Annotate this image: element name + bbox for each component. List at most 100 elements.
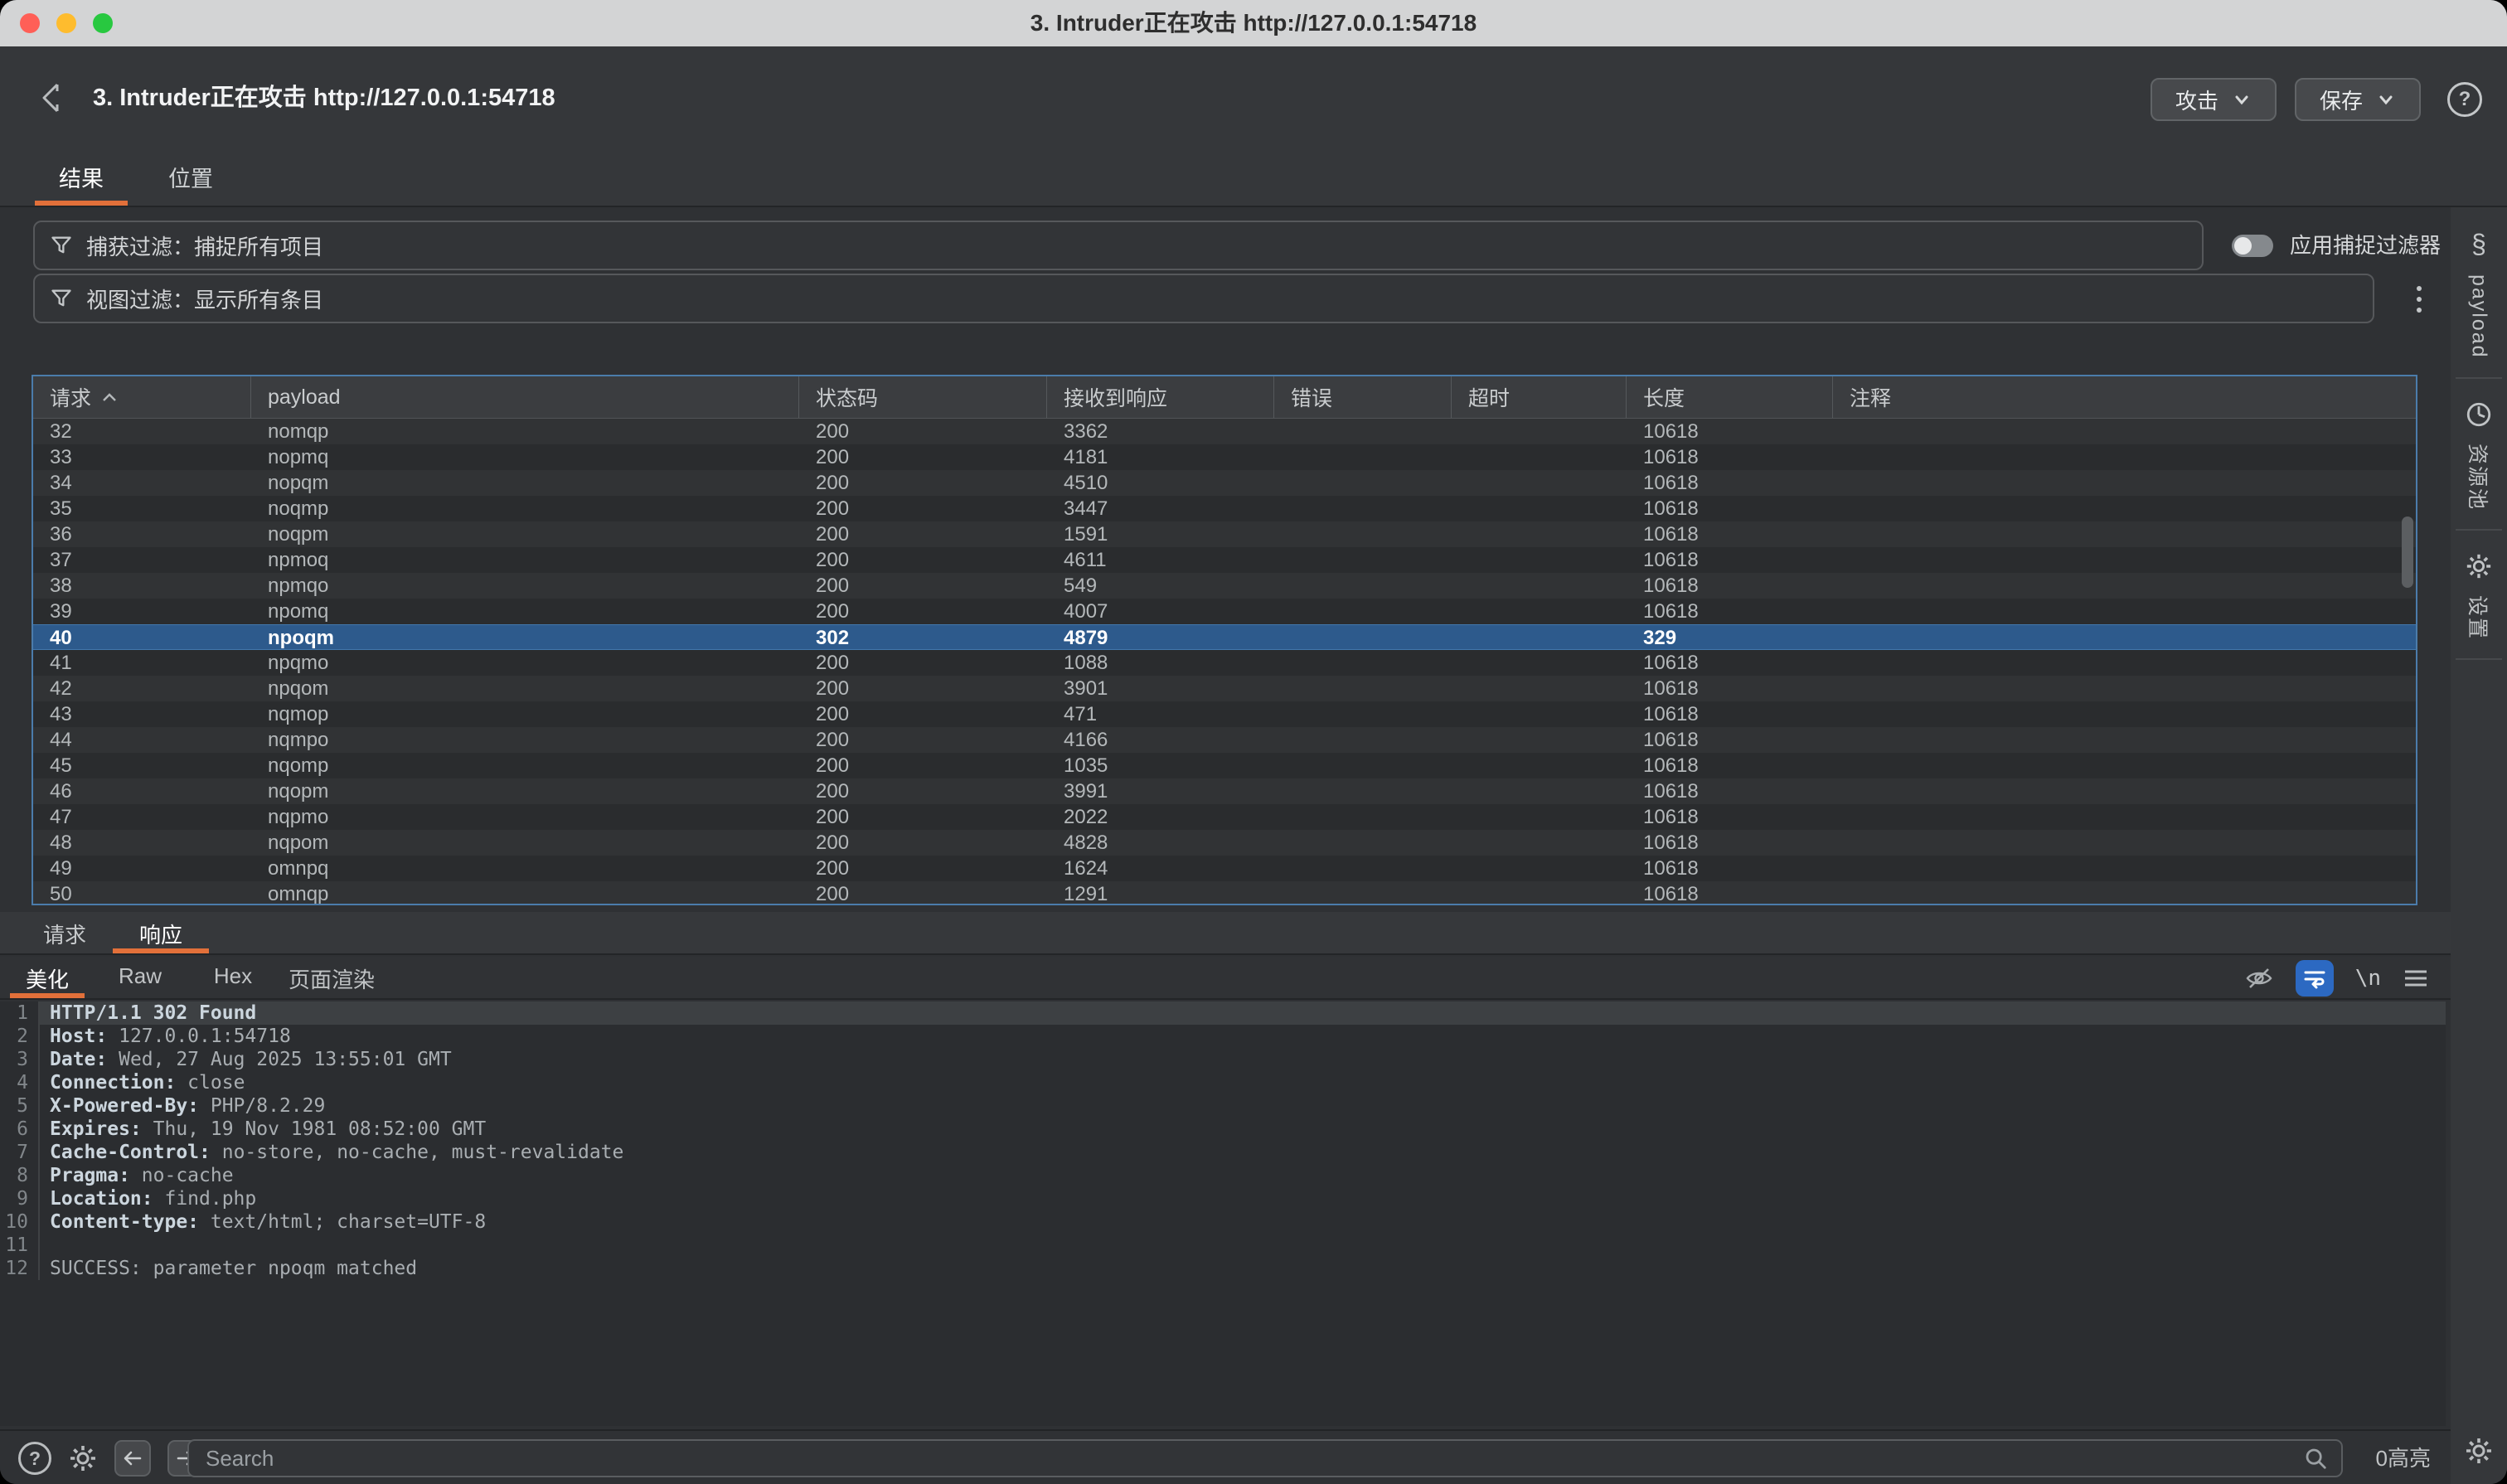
column-header-payload[interactable]: payload	[251, 376, 799, 418]
table-row[interactable]: 38npmqo20054910618	[33, 573, 2416, 599]
line-text: Date: Wed, 27 Aug 2025 13:55:01 GMT	[40, 1048, 452, 1071]
table-row[interactable]: 36noqpm200159110618	[33, 521, 2416, 547]
view-filter-menu-icon[interactable]	[2403, 280, 2436, 318]
table-cell	[1274, 830, 1452, 856]
table-row[interactable]: 44nqmpo200416610618	[33, 727, 2416, 753]
search-help-icon[interactable]: ?	[18, 1442, 51, 1475]
line-text: SUCCESS: parameter npoqm matched	[40, 1257, 417, 1280]
tab-pretty[interactable]: 美化	[10, 957, 85, 998]
column-header-response-received[interactable]: 接收到响应	[1047, 376, 1274, 418]
search-settings-gear-icon[interactable]	[68, 1443, 98, 1473]
table-row[interactable]: 37npmoq200461110618	[33, 547, 2416, 573]
table-cell: 4510	[1047, 470, 1274, 496]
column-header-status[interactable]: 状态码	[799, 376, 1047, 418]
table-row[interactable]: 32nomqp200336210618	[33, 419, 2416, 444]
column-header-error[interactable]: 错误	[1274, 376, 1452, 418]
table-cell: 10618	[1627, 496, 1833, 521]
tab-results[interactable]: 结果	[35, 149, 128, 206]
column-header-length[interactable]: 长度	[1627, 376, 1833, 418]
apply-capture-filter-toggle[interactable]	[2232, 235, 2273, 257]
table-cell: 302	[799, 625, 1047, 649]
table-cell	[1452, 830, 1627, 856]
table-row[interactable]: 41npqmo200108810618	[33, 650, 2416, 676]
table-cell: 200	[799, 881, 1047, 905]
line-number: 11	[0, 1234, 28, 1257]
tab-response[interactable]: 响应	[113, 912, 209, 953]
column-label: 请求	[50, 382, 91, 412]
tab-raw[interactable]: Raw	[103, 957, 177, 998]
table-row[interactable]: 43nqmop20047110618	[33, 701, 2416, 727]
apply-capture-filter-label: 应用捕捉过滤器	[2290, 221, 2441, 270]
column-header-request[interactable]: 请求	[33, 376, 251, 418]
table-cell: 10618	[1627, 881, 1833, 905]
back-button[interactable]	[33, 76, 70, 119]
settings-gear-button[interactable]	[2451, 1436, 2507, 1466]
editor-line: 6Expires: Thu, 19 Nov 1981 08:52:00 GMT	[0, 1118, 2446, 1141]
help-glyph: ?	[29, 1448, 41, 1470]
table-cell	[1833, 496, 2416, 521]
gear-icon	[2464, 1436, 2494, 1466]
table-row[interactable]: 50omnqp200129110618	[33, 881, 2416, 905]
line-text: Location: find.php	[40, 1187, 256, 1210]
table-cell: 10618	[1627, 599, 1833, 624]
capture-filter-bar[interactable]: 捕获过滤：捕捉所有项目	[33, 221, 2204, 270]
help-icon[interactable]: ?	[2447, 82, 2482, 117]
search-input[interactable]	[189, 1446, 2303, 1472]
table-cell	[1452, 727, 1627, 753]
editor-line: 10Content-type: text/html; charset=UTF-8	[0, 1210, 2446, 1234]
attack-button[interactable]: 攻击	[2151, 78, 2277, 121]
table-row[interactable]: 39npomq200400710618	[33, 599, 2416, 624]
table-cell: 40	[33, 625, 251, 649]
table-row[interactable]: 48nqpom200482810618	[33, 830, 2416, 856]
table-row[interactable]: 46nqopm200399110618	[33, 778, 2416, 804]
column-header-timeout[interactable]: 超时	[1452, 376, 1627, 418]
table-cell: 45	[33, 753, 251, 778]
newline-toggle[interactable]: \n	[2355, 966, 2381, 991]
column-header-comment[interactable]: 注释	[1833, 376, 2416, 418]
editor-line: 11	[0, 1234, 2446, 1257]
tab-request[interactable]: 请求	[17, 912, 113, 953]
table-body: 32nomqp20033621061833nopmq20041811061834…	[33, 419, 2416, 905]
table-cell	[1274, 778, 1452, 804]
search-previous-button[interactable]	[114, 1440, 151, 1477]
hide-characters-eye-slash-icon[interactable]	[2244, 966, 2274, 991]
sidebar-tab-resource-pool[interactable]: 资源池	[2451, 379, 2507, 511]
table-row[interactable]: 47nqpmo200202210618	[33, 804, 2416, 830]
section-icon: §	[2471, 229, 2486, 259]
save-button[interactable]: 保存	[2295, 78, 2421, 121]
sidebar-tab-settings[interactable]: 设置	[2451, 531, 2507, 640]
table-cell: nqomp	[251, 753, 799, 778]
view-filter-bar[interactable]: 视图过滤：显示所有条目	[33, 274, 2374, 323]
table-cell: 200	[799, 444, 1047, 470]
table-cell: 10618	[1627, 470, 1833, 496]
table-cell: 35	[33, 496, 251, 521]
table-cell: 471	[1047, 701, 1274, 727]
tab-render[interactable]: 页面渲染	[289, 957, 375, 998]
sidebar-divider	[2456, 658, 2502, 660]
table-cell	[1274, 676, 1452, 701]
table-cell: 10618	[1627, 830, 1833, 856]
table-cell: nqmop	[251, 701, 799, 727]
table-cell	[1274, 650, 1452, 676]
table-row[interactable]: 34nopqm200451010618	[33, 470, 2416, 496]
table-row[interactable]: 42npqom200390110618	[33, 676, 2416, 701]
table-row[interactable]: 35noqmp200344710618	[33, 496, 2416, 521]
sidebar-tab-payload[interactable]: § payload	[2451, 207, 2507, 359]
help-glyph: ?	[2459, 88, 2471, 111]
table-row[interactable]: 33nopmq200418110618	[33, 444, 2416, 470]
editor-line: 9Location: find.php	[0, 1187, 2446, 1210]
word-wrap-button[interactable]	[2296, 960, 2334, 997]
table-row[interactable]: 45nqomp200103510618	[33, 753, 2416, 778]
table-cell: omnpq	[251, 856, 799, 881]
editor-menu-icon[interactable]	[2403, 968, 2429, 989]
response-editor[interactable]: 1HTTP/1.1 302 Found2Host: 127.0.0.1:5471…	[0, 1001, 2446, 1426]
table-row[interactable]: 49omnpq200162410618	[33, 856, 2416, 881]
line-text: Cache-Control: no-store, no-cache, must-…	[40, 1141, 623, 1164]
table-cell: 39	[33, 599, 251, 624]
table-row[interactable]: 40npoqm3024879329	[33, 624, 2416, 650]
table-scrollbar-thumb[interactable]	[2402, 516, 2413, 588]
tab-hex[interactable]: Hex	[196, 957, 270, 998]
tab-positions[interactable]: 位置	[144, 149, 237, 206]
search-icon[interactable]	[2303, 1446, 2328, 1471]
table-cell	[1274, 547, 1452, 573]
